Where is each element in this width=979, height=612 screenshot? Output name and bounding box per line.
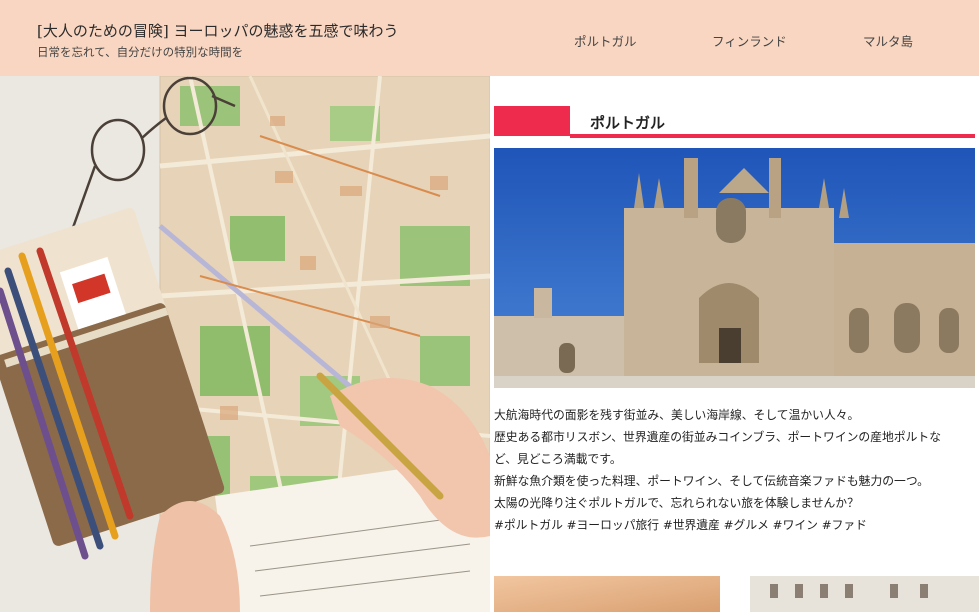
monastery-photo <box>494 148 975 388</box>
site-title[interactable]: [大人のための冒険] ヨーロッパの魅惑を五感で味わう <box>37 20 398 41</box>
site-header: [大人のための冒険] ヨーロッパの魅惑を五感で味わう 日常を忘れて、自分だけの特… <box>0 0 979 76</box>
map-hero-photo <box>0 76 490 612</box>
hero-map-image <box>0 76 490 612</box>
description-line-4: 新鮮な魚介類を使った料理、ポートワイン、そして伝統音楽ファドも魅力の一つ。 <box>494 474 929 488</box>
description-line-2: 歴史ある都市リスボン、世界遺産の街並みコインブラ、ポートワインの産地ポルトな <box>494 430 941 444</box>
thumbnail-card-2[interactable] <box>750 576 979 612</box>
section-heading: ポルトガル <box>494 106 975 140</box>
nav-link-finland[interactable]: フィンランド <box>712 31 787 50</box>
nav-link-portugal[interactable]: ポルトガル <box>574 31 637 50</box>
nav-link-malta[interactable]: マルタ島 <box>863 31 913 50</box>
hashtags[interactable]: #ポルトガル #ヨーロッパ旅行 #世界遺産 #グルメ #ワイン #ファド <box>494 514 978 536</box>
sunset-thumbnail <box>494 576 720 612</box>
site-subtitle: 日常を忘れて、自分だけの特別な時間を <box>37 45 244 59</box>
heading-accent-block <box>494 106 570 136</box>
heading-underline <box>570 134 975 138</box>
building-thumbnail <box>750 576 979 612</box>
description-line-5: 太陽の光降り注ぐポルトガルで、忘れられない旅を体験しませんか？ <box>494 496 859 510</box>
description-line-1: 大航海時代の面影を残す街並み、美しい海岸線、そして温かい人々。 <box>494 408 860 422</box>
thumbnail-card-1[interactable] <box>494 576 720 612</box>
portugal-photo <box>494 148 975 388</box>
section-title: ポルトガル <box>590 114 666 132</box>
description-line-3: ど、見どころ満載です。 <box>494 452 622 466</box>
